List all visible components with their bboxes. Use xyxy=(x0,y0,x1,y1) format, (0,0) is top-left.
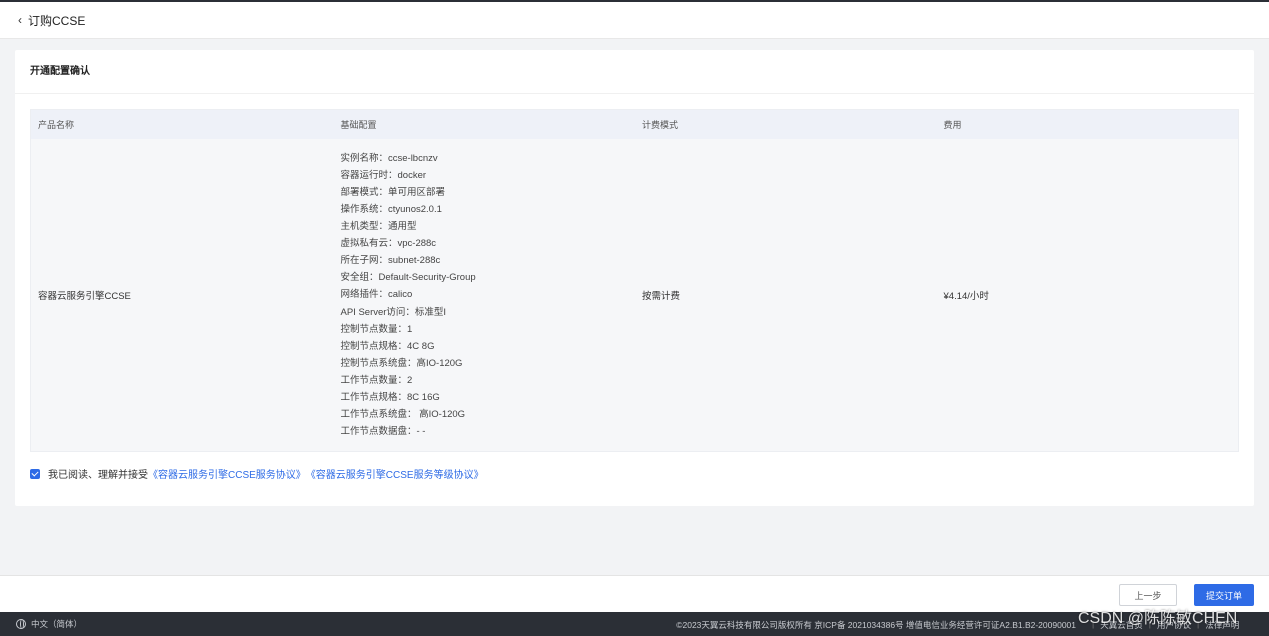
column-header-product: 产品名称 xyxy=(38,120,75,130)
config-item: 工作节点数量：2 xyxy=(340,374,413,386)
order-table: 产品名称 基础配置 计费模式 费用 容器云服务引擎CCSE 实例名称：ccse-… xyxy=(30,109,1239,452)
language-label: 中文（简体） xyxy=(31,619,83,629)
service-agreement-link[interactable]: 《容器云服务引擎CCSE服务协议》 xyxy=(148,466,306,481)
sla-agreement-link[interactable]: 《容器云服务引擎CCSE服务等级协议》 xyxy=(306,466,484,481)
site-footer: 中文（简体） ©2023天翼云科技有限公司版权所有 京ICP备 20210343… xyxy=(0,612,1269,636)
globe-icon xyxy=(16,619,26,629)
table-header: 产品名称 基础配置 计费模式 费用 xyxy=(31,110,1238,139)
config-item: 实例名称：ccse-lbcnzv xyxy=(340,152,438,164)
footer-links: | 天翼云首页 | 用户协议 | 法律声明 xyxy=(1092,619,1240,631)
config-item: 操作系统：ctyunos2.0.1 xyxy=(340,203,442,215)
footer-link-legal[interactable]: 法律声明 xyxy=(1205,619,1239,631)
column-header-billing: 计费模式 xyxy=(642,120,679,130)
page-header: ‹ 订购CCSE xyxy=(0,2,1269,39)
config-item: API Server访问：标准型I xyxy=(340,306,447,318)
submit-order-button[interactable]: 提交订单 xyxy=(1194,584,1254,606)
card-title: 开通配置确认 xyxy=(15,50,1254,94)
fee-cell: ¥4.14/小时 xyxy=(943,291,989,302)
language-switcher[interactable]: 中文（简体） xyxy=(0,618,82,630)
product-name-cell: 容器云服务引擎CCSE xyxy=(38,291,131,302)
config-item: 所在子网：subnet-288c xyxy=(340,255,441,267)
config-item: 部署模式：单可用区部署 xyxy=(340,186,446,198)
config-cell: 实例名称：ccse-lbcnzv 容器运行时：docker 部署模式：单可用区部… xyxy=(334,150,636,441)
column-header-config: 基础配置 xyxy=(340,120,377,130)
column-header-fee: 费用 xyxy=(943,120,962,130)
config-item: 工作节点系统盘： 高IO-120G xyxy=(340,409,466,421)
config-item: 虚拟私有云：vpc-288c xyxy=(340,238,437,250)
chevron-left-icon[interactable]: ‹ xyxy=(18,13,22,27)
copyright-text: ©2023天翼云科技有限公司版权所有 京ICP备 2021034386号 增值电… xyxy=(676,620,1076,630)
agreement-text: 我已阅读、理解并接受 xyxy=(48,470,148,481)
footer-link-user-agreement[interactable]: 用户协议 xyxy=(1157,619,1191,631)
config-confirm-card: 开通配置确认 产品名称 基础配置 计费模式 费用 容器云服务引擎CCSE 实例名… xyxy=(15,50,1254,506)
config-item: 控制节点系统盘：高IO-120G xyxy=(340,357,463,369)
agreement-checkbox[interactable] xyxy=(30,468,40,479)
config-item: 网络插件：calico xyxy=(340,289,413,301)
table-row: 容器云服务引擎CCSE 实例名称：ccse-lbcnzv 容器运行时：docke… xyxy=(31,139,1238,451)
config-item: 控制节点规格：4C 8G xyxy=(340,340,435,352)
action-bar: 上一步 提交订单 xyxy=(0,575,1269,612)
config-item: 安全组：Default-Security-Group xyxy=(340,272,476,284)
agreement-row: 我已阅读、理解并接受 《容器云服务引擎CCSE服务协议》 《容器云服务引擎CCS… xyxy=(30,466,484,481)
config-item: 控制节点数量：1 xyxy=(340,323,413,335)
footer-link-home[interactable]: 天翼云首页 xyxy=(1100,619,1143,631)
page-title: 订购CCSE xyxy=(28,13,86,28)
config-list: 实例名称：ccse-lbcnzv 容器运行时：docker 部署模式：单可用区部… xyxy=(341,150,636,441)
prev-step-button[interactable]: 上一步 xyxy=(1119,584,1177,606)
config-item: 工作节点规格：8C 16G xyxy=(340,392,440,404)
config-item: 主机类型：通用型 xyxy=(340,221,417,233)
config-item: 工作节点数据盘：- - xyxy=(340,426,426,438)
billing-mode-cell: 按需计费 xyxy=(642,291,681,302)
config-item: 容器运行时：docker xyxy=(340,169,427,181)
